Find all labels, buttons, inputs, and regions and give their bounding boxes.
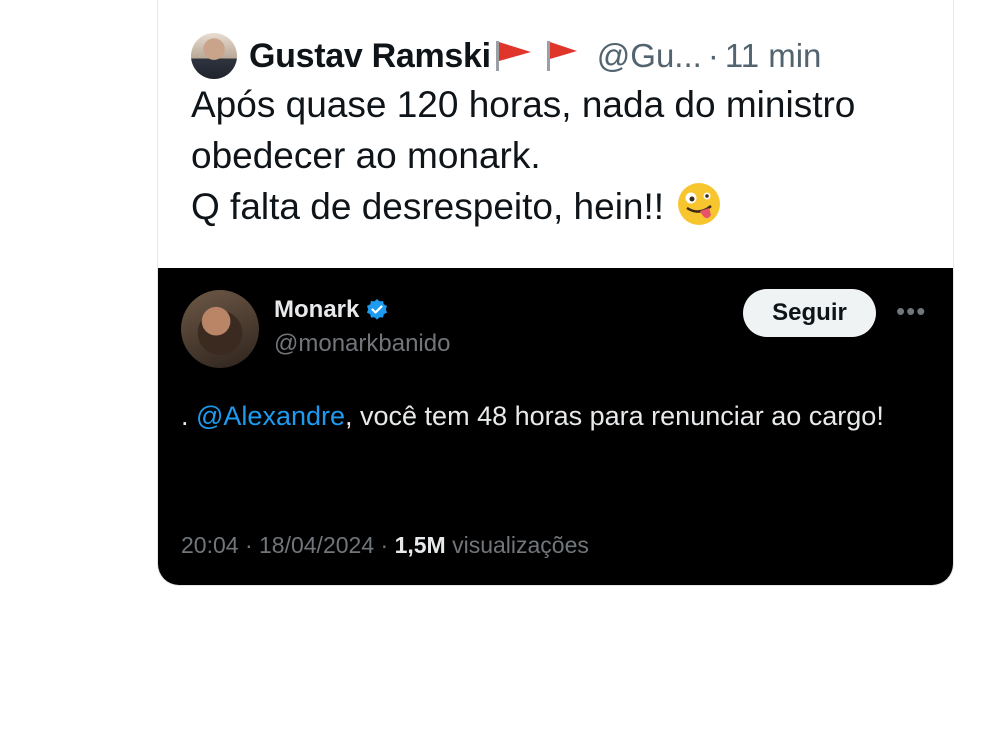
quote-line-3-text: Q falta de desrespeito, hein!!	[191, 186, 665, 227]
embedded-tweet[interactable]: Monark @monarkbanido Seguir ••• . @Alexa…	[158, 268, 953, 585]
embedded-handle[interactable]: @monarkbanido	[274, 330, 450, 358]
quote-line-1: Após quase 120 horas, nada do ministro	[191, 84, 856, 125]
more-options-icon[interactable]: •••	[896, 296, 926, 327]
embedded-meta: 20:04 · 18/04/2024 · 1,5M visualizações	[181, 532, 589, 559]
embedded-text-prefix: .	[181, 401, 197, 431]
embedded-author-name[interactable]: Monark	[274, 296, 359, 324]
follow-button[interactable]: Seguir	[743, 289, 876, 337]
mention-link[interactable]: @Alexandre	[196, 401, 345, 431]
red-flag-icon	[495, 41, 531, 71]
quote-line-2: obedecer ao monark.	[191, 135, 541, 176]
post-time[interactable]: 11 min	[725, 37, 822, 75]
separator-dot: ·	[707, 37, 719, 74]
views-count: 1,5M	[394, 532, 446, 558]
embedded-text: , você tem 48 horas para renunciar ao ca…	[345, 401, 884, 431]
quote-header: Gustav Ramski @Gu... · 11 min	[191, 33, 821, 79]
avatar[interactable]	[191, 33, 237, 79]
author-name[interactable]: Gustav Ramski	[249, 37, 491, 76]
embedded-datetime[interactable]: 20:04 · 18/04/2024 ·	[181, 532, 395, 558]
author-handle[interactable]: @Gu...	[597, 37, 702, 75]
avatar[interactable]	[181, 290, 259, 368]
quote-body: Após quase 120 horas, nada do ministro o…	[191, 79, 931, 232]
zany-face-icon	[678, 183, 721, 225]
quote-line-3: Q falta de desrespeito, hein!!	[191, 181, 931, 232]
red-flag-icon	[546, 41, 577, 71]
verified-badge-icon	[367, 299, 388, 320]
quote-tweet-card[interactable]: Gustav Ramski @Gu... · 11 min Após quase…	[157, 0, 954, 586]
embedded-body: . @Alexandre, você tem 48 horas para ren…	[181, 396, 901, 436]
embedded-author[interactable]: Monark	[274, 296, 389, 324]
views-label: visualizações	[445, 532, 589, 558]
